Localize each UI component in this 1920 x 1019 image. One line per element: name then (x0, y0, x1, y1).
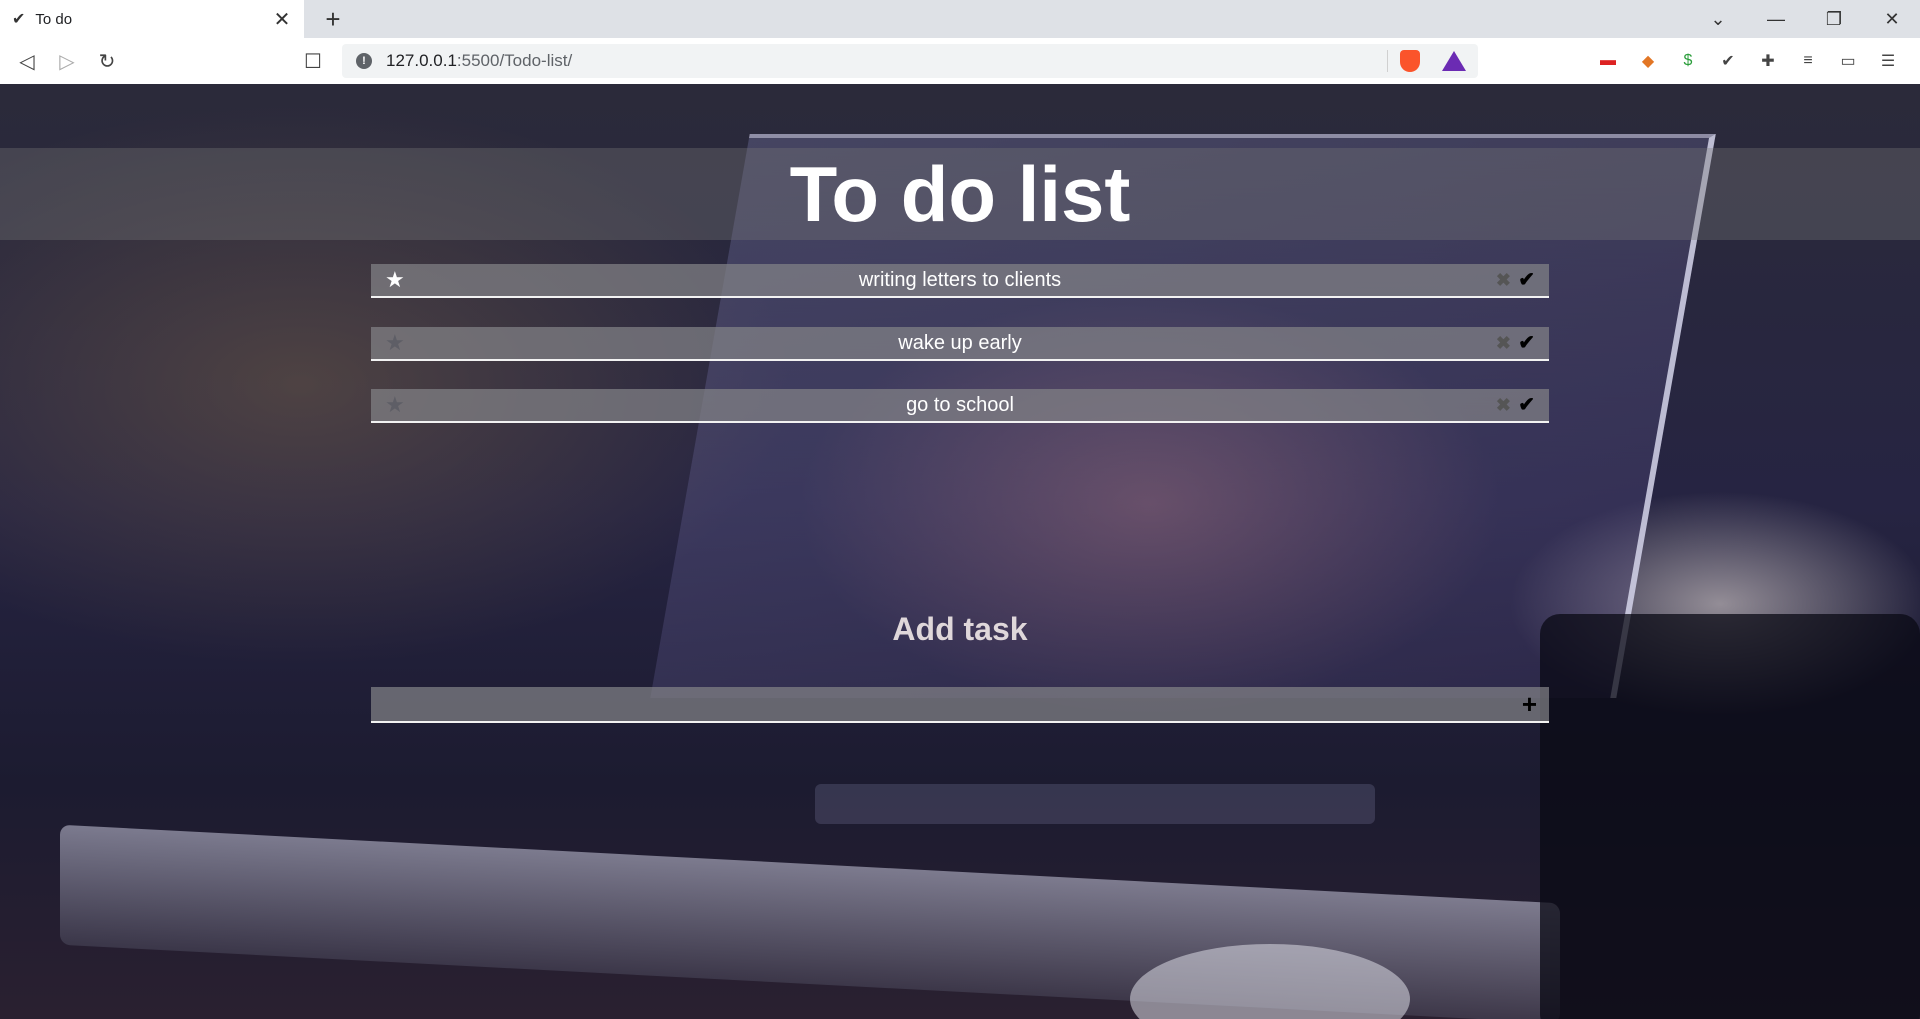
url-text[interactable]: 127.0.0.1:5500/Todo-list/ (386, 51, 1387, 71)
star-icon[interactable]: ★ (385, 393, 405, 417)
metamask-extension-icon[interactable]: ◆ (1636, 49, 1660, 73)
background-laptop-dock (815, 784, 1375, 824)
forward-icon[interactable]: ▷ (52, 46, 82, 76)
add-task-input[interactable] (371, 687, 1491, 721)
new-tab-button[interactable]: + (318, 4, 348, 34)
check-icon[interactable]: ✔ (1518, 331, 1535, 355)
toolbar: ◁ ▷ ↻ ☐ ! 127.0.0.1:5500/Todo-list/ ▬ ◆ … (0, 38, 1920, 85)
browser-chrome: ✔ To do ✕ + ⌄ — ❐ ✕ ◁ ▷ ↻ ☐ ! 127.0.0.1:… (0, 0, 1920, 85)
add-task-bar: + (371, 687, 1549, 723)
omnibox-divider (1387, 50, 1388, 72)
brave-shields-icon[interactable] (1400, 50, 1420, 72)
tab-strip: ✔ To do ✕ + ⌄ — ❐ ✕ (0, 0, 1920, 38)
dollar-extension-icon[interactable]: $ (1676, 49, 1700, 73)
page-title: To do list (789, 150, 1131, 238)
task-item: wake up early ★ ✖ ✔ (371, 327, 1549, 361)
task-item: writing letters to clients ★ ✖ ✔ (371, 264, 1549, 298)
site-info-icon[interactable]: ! (356, 53, 372, 69)
tab-title: To do (35, 10, 73, 28)
check-icon[interactable]: ✔ (1518, 268, 1535, 292)
bookmark-icon[interactable]: ☐ (298, 46, 328, 76)
url-path: :5500/Todo-list/ (456, 51, 573, 70)
task-text: go to school (906, 394, 1014, 416)
star-icon[interactable]: ★ (385, 331, 405, 355)
delete-icon[interactable]: ✖ (1496, 269, 1511, 291)
close-window-button[interactable]: ✕ (1864, 0, 1920, 38)
todo-extension-icon[interactable]: ✔ (1716, 49, 1740, 73)
tab-search-icon[interactable]: ⌄ (1690, 0, 1746, 38)
restore-button[interactable]: ❐ (1806, 0, 1862, 38)
back-icon[interactable]: ◁ (12, 46, 42, 76)
extensions-puzzle-icon[interactable]: ✚ (1756, 49, 1780, 73)
add-task-heading: Add task (892, 611, 1028, 647)
wallet-icon[interactable]: ▭ (1836, 49, 1860, 73)
add-task-plus-icon[interactable]: + (1522, 689, 1537, 719)
minimize-button[interactable]: — (1748, 0, 1804, 38)
background-cup (1540, 614, 1920, 1019)
reload-icon[interactable]: ↻ (92, 46, 122, 76)
tab-favicon-check-icon: ✔ (12, 11, 26, 28)
brave-rewards-icon[interactable] (1442, 51, 1466, 71)
task-item: go to school ★ ✖ ✔ (371, 389, 1549, 423)
delete-icon[interactable]: ✖ (1496, 332, 1511, 354)
check-icon[interactable]: ✔ (1518, 393, 1535, 417)
task-text: writing letters to clients (858, 269, 1062, 291)
lastpass-extension-icon[interactable]: ▬ (1596, 49, 1620, 73)
menu-icon[interactable]: ☰ (1876, 49, 1900, 73)
url-host: 127.0.0.1 (386, 51, 457, 70)
page-content: To do list writing letters to clients ★ … (0, 84, 1920, 1019)
address-bar[interactable]: ! 127.0.0.1:5500/Todo-list/ (342, 44, 1478, 78)
star-icon[interactable]: ★ (385, 268, 405, 292)
tab-close-icon[interactable]: ✕ (272, 7, 292, 32)
task-text: wake up early (898, 332, 1022, 354)
tab-todo[interactable]: ✔ To do ✕ (0, 0, 304, 38)
delete-icon[interactable]: ✖ (1496, 394, 1511, 416)
media-playlist-icon[interactable]: ≡ (1796, 49, 1820, 73)
